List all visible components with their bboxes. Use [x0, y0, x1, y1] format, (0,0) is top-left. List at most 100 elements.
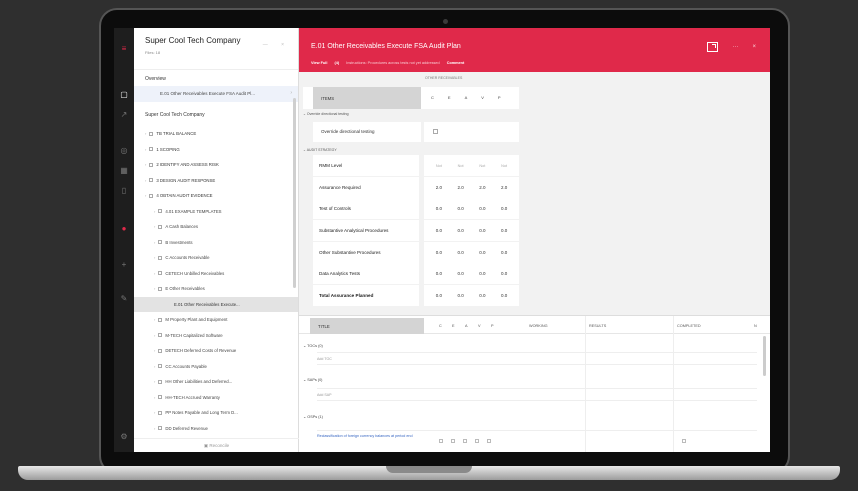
- chevron-right-icon[interactable]: ›: [154, 395, 155, 400]
- sap-group-header[interactable]: ⌄ SAPs (0): [303, 377, 322, 382]
- sidebar-item[interactable]: › 3 DESIGN AUDIT RESPONSE: [134, 173, 298, 189]
- sidebar-item[interactable]: › 1 SCOPING: [134, 142, 298, 158]
- reconcile-button[interactable]: ▣ Reconcile: [134, 438, 299, 452]
- sidebar-item[interactable]: › CC Accounts Payable: [134, 359, 298, 375]
- document-icon[interactable]: ▢: [119, 90, 129, 100]
- sidebar-item-active-document[interactable]: E.01 Other Receivables Execute FSA Audit…: [134, 86, 298, 102]
- sidebar-item[interactable]: › B Investments: [134, 235, 298, 251]
- sidebar-item-label: E.01 Other Receivables Execute...: [174, 301, 240, 307]
- sidebar-item[interactable]: › M-TECH Capitalized Software: [134, 328, 298, 344]
- chevron-right-icon[interactable]: ›: [154, 317, 155, 322]
- chevron-right-icon[interactable]: ›: [154, 426, 155, 431]
- more-icon[interactable]: ···: [732, 44, 738, 50]
- chevron-right-icon[interactable]: ›: [145, 193, 146, 198]
- assertion-column-label: C: [431, 95, 434, 100]
- osp-group-header[interactable]: ⌄ OSPs (1): [303, 414, 323, 419]
- files-count: Files: 18: [145, 50, 161, 55]
- sidebar-item[interactable]: E.01 Other Receivables Execute...: [134, 296, 298, 312]
- strategy-value: 0.0: [500, 249, 508, 255]
- assertion-column-header[interactable]: C: [439, 324, 452, 328]
- assertion-checkbox[interactable]: [463, 439, 467, 443]
- chevron-right-icon[interactable]: ›: [154, 255, 155, 260]
- strategy-row-values: 0.0 0.0 0.0 0.0: [424, 285, 519, 307]
- procedure-link[interactable]: Reclassification of foreign currency bal…: [317, 434, 427, 439]
- edit-icon[interactable]: ✎: [119, 294, 129, 304]
- override-checkbox[interactable]: [433, 129, 438, 134]
- chevron-right-icon[interactable]: ›: [154, 271, 155, 276]
- override-label: Override directional testing: [313, 122, 421, 142]
- sidebar-item[interactable]: › C Accounts Receivable: [134, 250, 298, 266]
- sidebar-item[interactable]: › E Other Receivables: [134, 281, 298, 297]
- override-section-header[interactable]: ⌄ Override directional testing: [303, 112, 349, 116]
- chevron-right-icon[interactable]: ›: [154, 224, 155, 229]
- completed-checkbox[interactable]: [682, 439, 686, 443]
- add-icon[interactable]: +: [119, 260, 129, 270]
- assertion-checkbox[interactable]: [451, 439, 455, 443]
- chevron-right-icon[interactable]: ›: [154, 410, 155, 415]
- sidebar-item[interactable]: › TB TRIAL BALANCE: [134, 126, 298, 142]
- chevron-right-icon[interactable]: ›: [145, 147, 146, 152]
- sidebar-scrollbar[interactable]: [293, 98, 296, 288]
- chevron-right-icon[interactable]: ›: [154, 286, 155, 291]
- close-icon[interactable]: ×: [752, 44, 756, 50]
- sidebar-item[interactable]: › HH-TECH Accrued Warranty: [134, 390, 298, 406]
- laptop-notch: [386, 466, 472, 473]
- chevron-right-icon[interactable]: ›: [145, 178, 146, 183]
- strategy-value: 0.0: [435, 206, 442, 212]
- sidebar-item-label: E.01 Other Receivables Execute FSA Audit…: [160, 91, 256, 96]
- comment-link[interactable]: Comment: [447, 61, 465, 65]
- chevron-right-icon[interactable]: ›: [154, 240, 155, 245]
- strategy-value: 0.0: [500, 293, 508, 299]
- notification-icon[interactable]: ●: [119, 224, 129, 234]
- strategy-row-values: 0.0 0.0 0.0 0.0: [424, 241, 519, 263]
- folder-icon: [158, 209, 163, 214]
- settings-icon[interactable]: ⚙: [119, 432, 129, 442]
- sidebar-item[interactable]: › 2 IDENTIFY AND ASSESS RISK: [134, 157, 298, 173]
- strategy-value: 0.0: [457, 206, 464, 212]
- add-toc-row[interactable]: Add TOC: [317, 352, 757, 365]
- grid-icon[interactable]: ▦: [119, 166, 129, 176]
- chevron-right-icon[interactable]: ›: [154, 364, 155, 369]
- title-column-header[interactable]: TITLE: [310, 318, 424, 334]
- chevron-right-icon[interactable]: ›: [154, 379, 155, 384]
- sidebar-item[interactable]: › M Property Plant and Equipment: [134, 312, 298, 328]
- sidebar-item[interactable]: › DETECH Deferred Costs of Revenue: [134, 343, 298, 359]
- assertion-column-header[interactable]: E: [452, 324, 465, 328]
- share-icon[interactable]: ↗: [119, 110, 129, 120]
- sidebar-item[interactable]: › 4.01 EXAMPLE TEMPLATES: [134, 204, 298, 220]
- assertion-column-header[interactable]: P: [491, 324, 504, 328]
- sidebar-controls[interactable]: — ×: [263, 42, 290, 48]
- strategy-section-header[interactable]: ⌄ AUDIT STRATEGY: [303, 148, 337, 152]
- sidebar-item[interactable]: › DD Deferred Revenue: [134, 421, 298, 437]
- view-full-link[interactable]: View Full: [311, 61, 327, 65]
- assertion-checkbox[interactable]: [439, 439, 443, 443]
- sidebar-item-label: 4.01 EXAMPLE TEMPLATES: [165, 208, 222, 214]
- menu-icon[interactable]: ≡: [119, 44, 129, 54]
- sidebar-item[interactable]: › CETECH Unbilled Receivables: [134, 266, 298, 282]
- toc-group-header[interactable]: ⌄ TOCs (0): [303, 343, 323, 348]
- chevron-right-icon[interactable]: ›: [154, 209, 155, 214]
- table-scrollbar[interactable]: [763, 336, 766, 376]
- assertion-checkbox[interactable]: [487, 439, 491, 443]
- strategy-value: 0.0: [457, 228, 464, 234]
- sidebar-item-label: 1 SCOPING: [156, 146, 180, 152]
- bookmark-icon[interactable]: ▯: [119, 186, 129, 196]
- assertion-checkbox[interactable]: [475, 439, 479, 443]
- globe-icon[interactable]: ◎: [119, 146, 129, 156]
- completed-column-header[interactable]: COMPLETED: [677, 324, 701, 328]
- results-column-header[interactable]: RESULTS: [589, 324, 606, 328]
- working-column-header[interactable]: WORKING: [529, 324, 548, 328]
- add-sap-row[interactable]: Add SAP: [317, 388, 757, 401]
- chevron-right-icon[interactable]: ›: [154, 348, 155, 353]
- assertion-column-header[interactable]: A: [465, 324, 478, 328]
- sidebar-item[interactable]: › HH Other Liabilities and Deferred...: [134, 374, 298, 390]
- open-external-icon[interactable]: [707, 42, 719, 52]
- sidebar-item[interactable]: › PP Notes Payable and Long Term D...: [134, 405, 298, 421]
- chevron-right-icon[interactable]: ›: [145, 162, 146, 167]
- chevron-right-icon[interactable]: ›: [145, 131, 146, 136]
- sidebar-item[interactable]: › 4 OBTAIN AUDIT EVIDENCE: [134, 188, 298, 204]
- assertion-column-header[interactable]: V: [478, 324, 491, 328]
- sidebar-item[interactable]: › A Cash Balances: [134, 219, 298, 235]
- chevron-right-icon[interactable]: ›: [154, 333, 155, 338]
- folder-icon: [149, 162, 154, 167]
